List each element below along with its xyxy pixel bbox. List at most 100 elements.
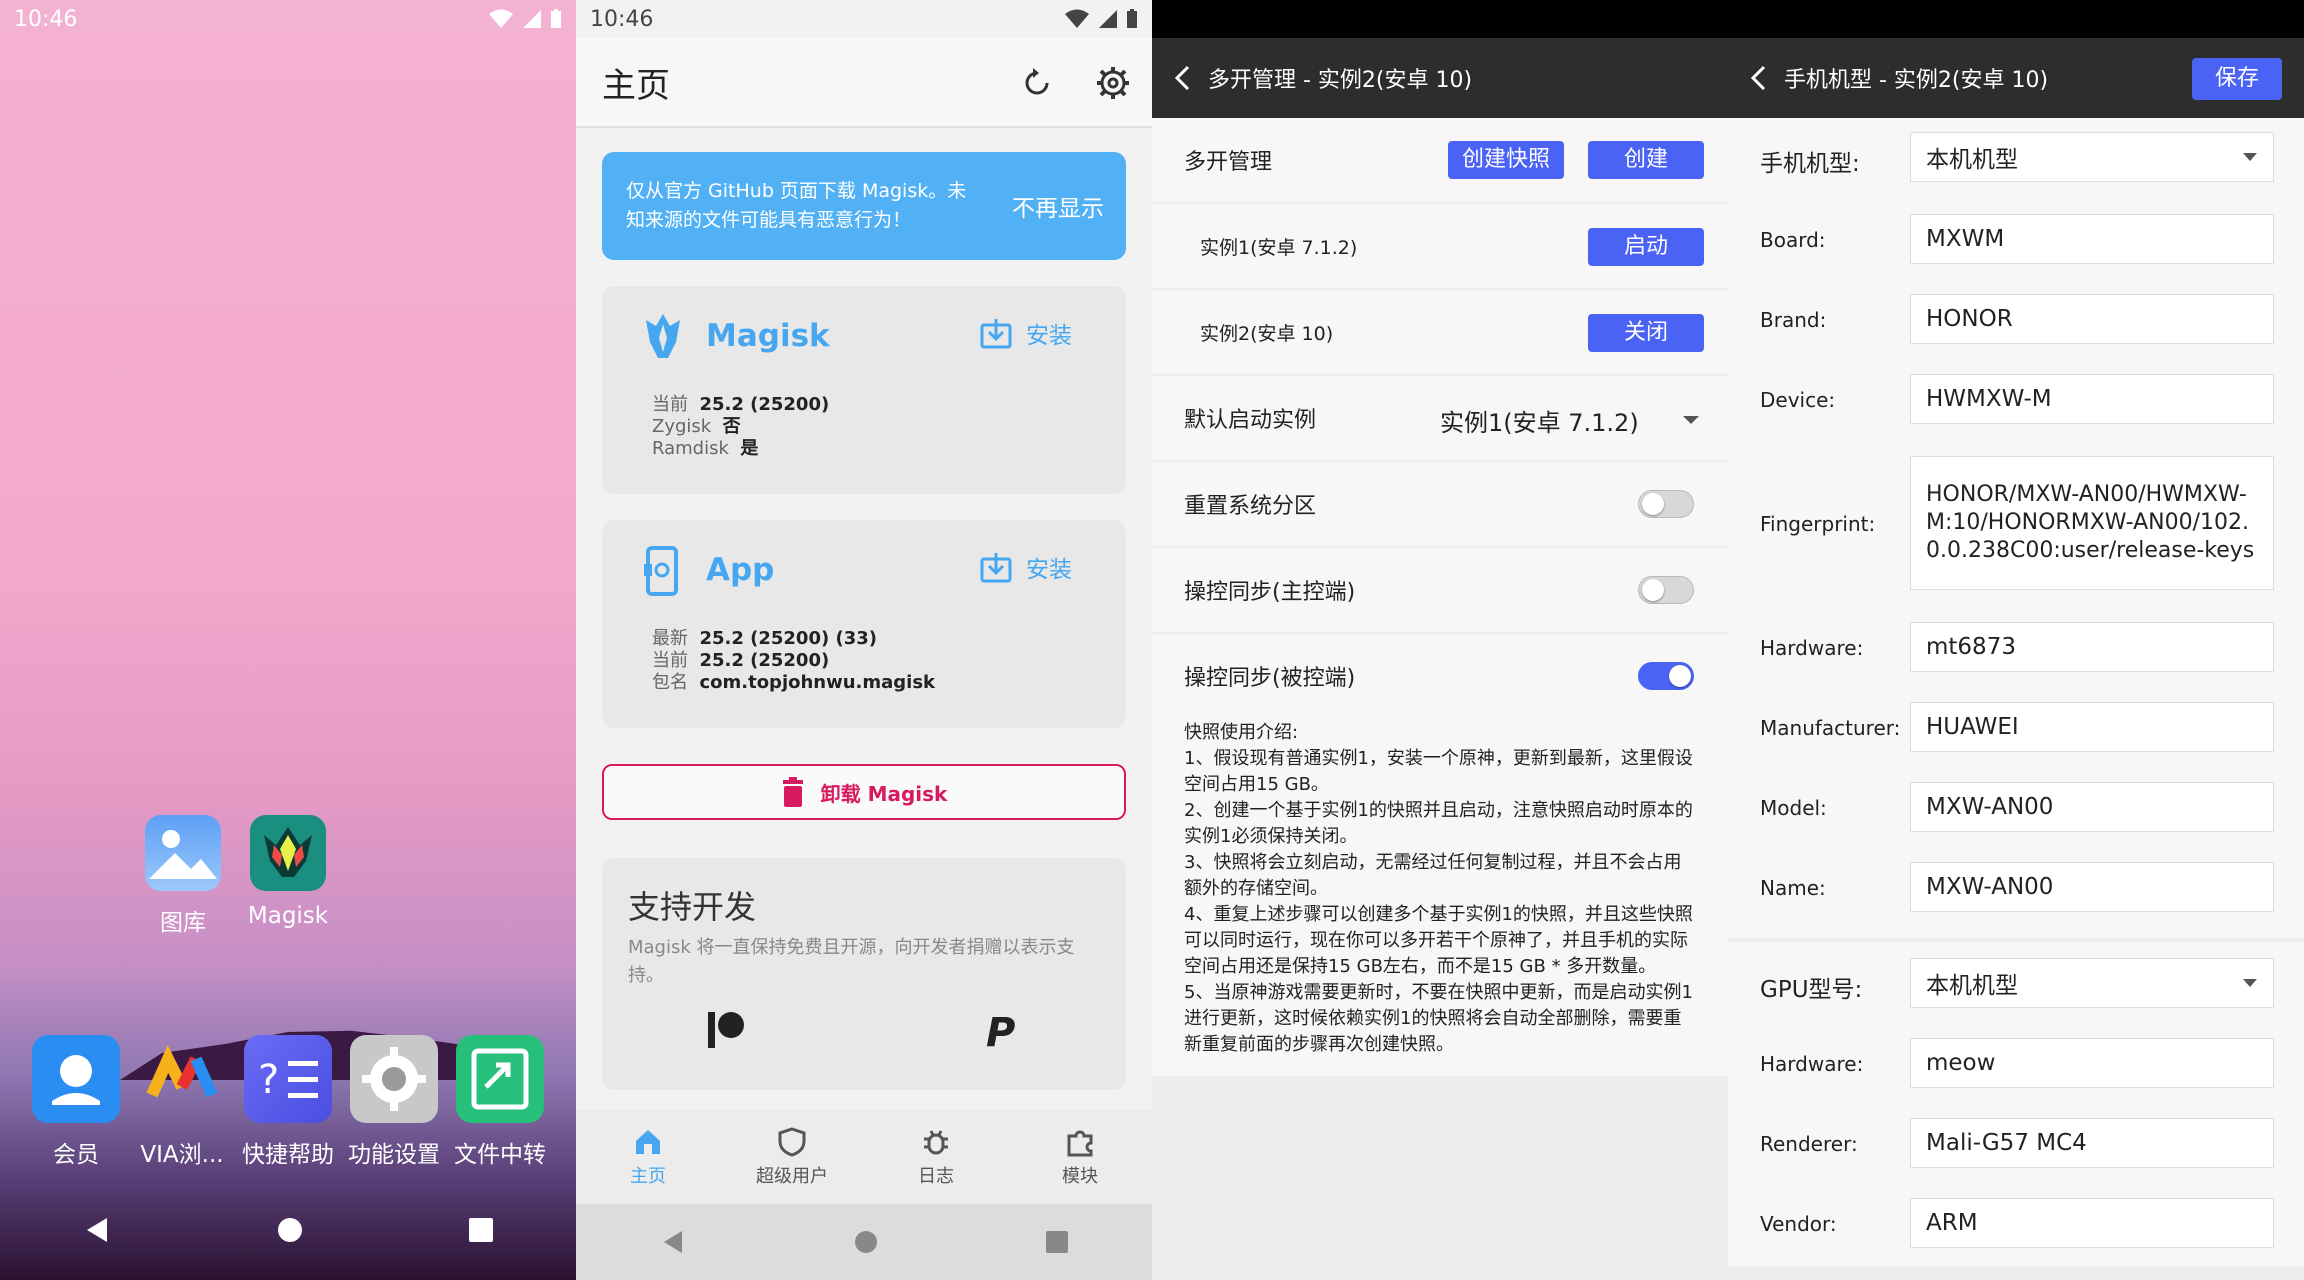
bug-icon xyxy=(924,1129,948,1154)
dock-settings[interactable]: 功能设置 xyxy=(344,1035,444,1169)
create-button[interactable]: 创建 xyxy=(1588,141,1704,179)
fingerprint-input[interactable]: HONOR/MXW-AN00/HWMXW-M:10/HONORMXW-AN00/… xyxy=(1910,456,2274,590)
save-button[interactable]: 保存 xyxy=(2192,58,2282,100)
battery-icon xyxy=(1127,9,1137,28)
status-bar: 10:46 xyxy=(576,0,1152,38)
sync-master-toggle[interactable] xyxy=(1638,576,1694,604)
model-select[interactable]: 本机机型 xyxy=(1910,132,2274,182)
field-label: Model: xyxy=(1760,796,1827,820)
multi-instance-screen: 多开管理 - 实例2(安卓 10) 多开管理 创建快照 创建 实例1(安卓 7.… xyxy=(1152,0,1728,1280)
model-input[interactable]: MXW-AN00 xyxy=(1910,782,2274,832)
settings-gear-icon xyxy=(350,1035,438,1123)
model-value: 本机机型 xyxy=(1926,147,2018,173)
reset-partition-toggle[interactable] xyxy=(1638,490,1694,518)
field-label: Name: xyxy=(1760,876,1826,900)
home-screen: 10:46 图库 Magisk 会员 VIA浏... ? 快捷帮助 功能设置 文… xyxy=(0,0,576,1280)
title-bar: 多开管理 - 实例2(安卓 10) xyxy=(1152,38,1728,118)
create-snapshot-button[interactable]: 创建快照 xyxy=(1448,141,1564,179)
install-icon xyxy=(980,553,1012,583)
home-icon[interactable] xyxy=(277,1217,303,1243)
back-arrow-icon[interactable] xyxy=(1748,65,1768,91)
dock-label: 会员 xyxy=(53,1142,99,1168)
info-value: 25.2 (25200) (33) xyxy=(699,628,877,649)
info-key: 当前 xyxy=(652,394,688,415)
screen-title: 多开管理 - 实例2(安卓 10) xyxy=(1208,68,1473,93)
gpu-vendor-input[interactable]: ARM xyxy=(1910,1198,2274,1248)
trash-icon xyxy=(782,777,803,807)
name-input[interactable]: MXW-AN00 xyxy=(1910,862,2274,912)
default-instance-select[interactable]: 实例1(安卓 7.1.2) xyxy=(1440,400,1700,440)
intro-line: 5、当原神游戏需要更新时，不要在快照中更新，而是启动实例1进行更新，这时候依赖实… xyxy=(1184,982,1693,1055)
dock-label: 文件中转 xyxy=(454,1142,546,1168)
intro-line: 3、快照将会立刻启动，无需经过任何复制过程，并且不会占用额外的存储空间。 xyxy=(1184,852,1682,899)
default-instance-label: 默认启动实例 xyxy=(1184,408,1317,433)
field-label: Board: xyxy=(1760,228,1826,252)
status-bar: 10:46 xyxy=(0,0,576,38)
shield-icon xyxy=(778,1126,806,1157)
settings-icon[interactable] xyxy=(1096,66,1130,100)
dock-quick-help[interactable]: ? 快捷帮助 xyxy=(238,1035,338,1169)
tab-modules[interactable]: 模块 xyxy=(1025,1127,1135,1188)
manufacturer-input[interactable]: HUAWEI xyxy=(1910,702,2274,752)
info-value: 否 xyxy=(722,416,741,437)
svg-text:P: P xyxy=(986,1010,1015,1050)
magisk-info: 当前 25.2 (25200) Zygisk 否 Ramdisk 是 xyxy=(652,394,829,460)
instance-name: 实例2(安卓 10) xyxy=(1200,322,1334,345)
quick-help-icon: ? xyxy=(244,1035,332,1123)
field-label: Manufacturer: xyxy=(1760,716,1901,740)
device-input[interactable]: HWMXW-M xyxy=(1910,374,2274,424)
sync-slave-toggle[interactable] xyxy=(1638,662,1694,690)
toggle-label: 操控同步(主控端) xyxy=(1184,580,1356,605)
gallery-icon xyxy=(145,815,221,891)
dock-member[interactable]: 会员 xyxy=(26,1035,126,1169)
hardware-input[interactable]: mt6873 xyxy=(1910,622,2274,672)
model-label: 手机机型: xyxy=(1760,151,1860,177)
svg-text:?: ? xyxy=(258,1057,279,1103)
paypal-icon[interactable]: P xyxy=(984,1010,1024,1050)
patreon-icon[interactable] xyxy=(706,1010,746,1050)
back-icon[interactable] xyxy=(660,1229,686,1255)
puzzle-icon xyxy=(1067,1130,1093,1156)
device-model-screen: 手机机型 - 实例2(安卓 10) 保存 手机机型: 本机机型 Board: M… xyxy=(1728,0,2304,1280)
app-magisk[interactable]: Magisk xyxy=(238,815,338,929)
start-instance-button[interactable]: 启动 xyxy=(1588,228,1704,266)
dock-file-transfer[interactable]: 文件中转 xyxy=(450,1035,550,1169)
gpu-select[interactable]: 本机机型 xyxy=(1910,958,2274,1008)
dock-via[interactable]: VIA浏... xyxy=(132,1035,232,1169)
field-label: Renderer: xyxy=(1760,1132,1858,1156)
tab-home[interactable]: 主页 xyxy=(593,1127,703,1188)
app-install-button[interactable]: 安装 xyxy=(980,550,1072,584)
brand-input[interactable]: HONOR xyxy=(1910,294,2274,344)
home-icon[interactable] xyxy=(854,1230,878,1254)
refresh-icon[interactable] xyxy=(1020,66,1054,100)
toggle-label: 操控同步(被控端) xyxy=(1184,666,1356,691)
magisk-title: Magisk xyxy=(706,318,830,354)
back-arrow-icon[interactable] xyxy=(1172,65,1192,91)
install-label: 安装 xyxy=(1026,557,1072,583)
uninstall-label: 卸载 Magisk xyxy=(820,781,948,806)
app-title: App xyxy=(706,552,775,588)
battery-icon xyxy=(551,9,561,28)
recents-icon[interactable] xyxy=(469,1218,493,1242)
recents-icon[interactable] xyxy=(1046,1231,1068,1253)
gpu-label: GPU型号: xyxy=(1760,977,1863,1003)
close-instance-button[interactable]: 关闭 xyxy=(1588,314,1704,352)
gpu-hardware-input[interactable]: meow xyxy=(1910,1038,2274,1088)
tab-logs[interactable]: 日志 xyxy=(881,1127,991,1188)
notice-text: 仅从官方 GitHub 页面下载 Magisk。未知来源的文件可能具有恶意行为！ xyxy=(626,180,967,231)
dismiss-button[interactable]: 不再显示 xyxy=(1012,189,1104,223)
back-icon[interactable] xyxy=(83,1216,111,1244)
system-nav-bar xyxy=(576,1204,1152,1280)
dock-label: 功能设置 xyxy=(348,1142,440,1168)
tab-superuser[interactable]: 超级用户 xyxy=(737,1126,847,1188)
gpu-renderer-input[interactable]: Mali-G57 MC4 xyxy=(1910,1118,2274,1168)
magisk-screen: 10:46 主页 仅从官方 GitHub 页面下载 Magisk。未知来源的文件… xyxy=(576,0,1152,1280)
app-gallery[interactable]: 图库 xyxy=(133,815,233,937)
field-label: Hardware: xyxy=(1760,1052,1864,1076)
uninstall-button[interactable]: 卸载 Magisk xyxy=(602,764,1126,820)
magisk-install-button[interactable]: 安装 xyxy=(980,316,1072,350)
info-value: 25.2 (25200) xyxy=(699,394,830,415)
status-time: 10:46 xyxy=(14,6,78,32)
board-input[interactable]: MXWM xyxy=(1910,214,2274,264)
install-label: 安装 xyxy=(1026,323,1072,349)
